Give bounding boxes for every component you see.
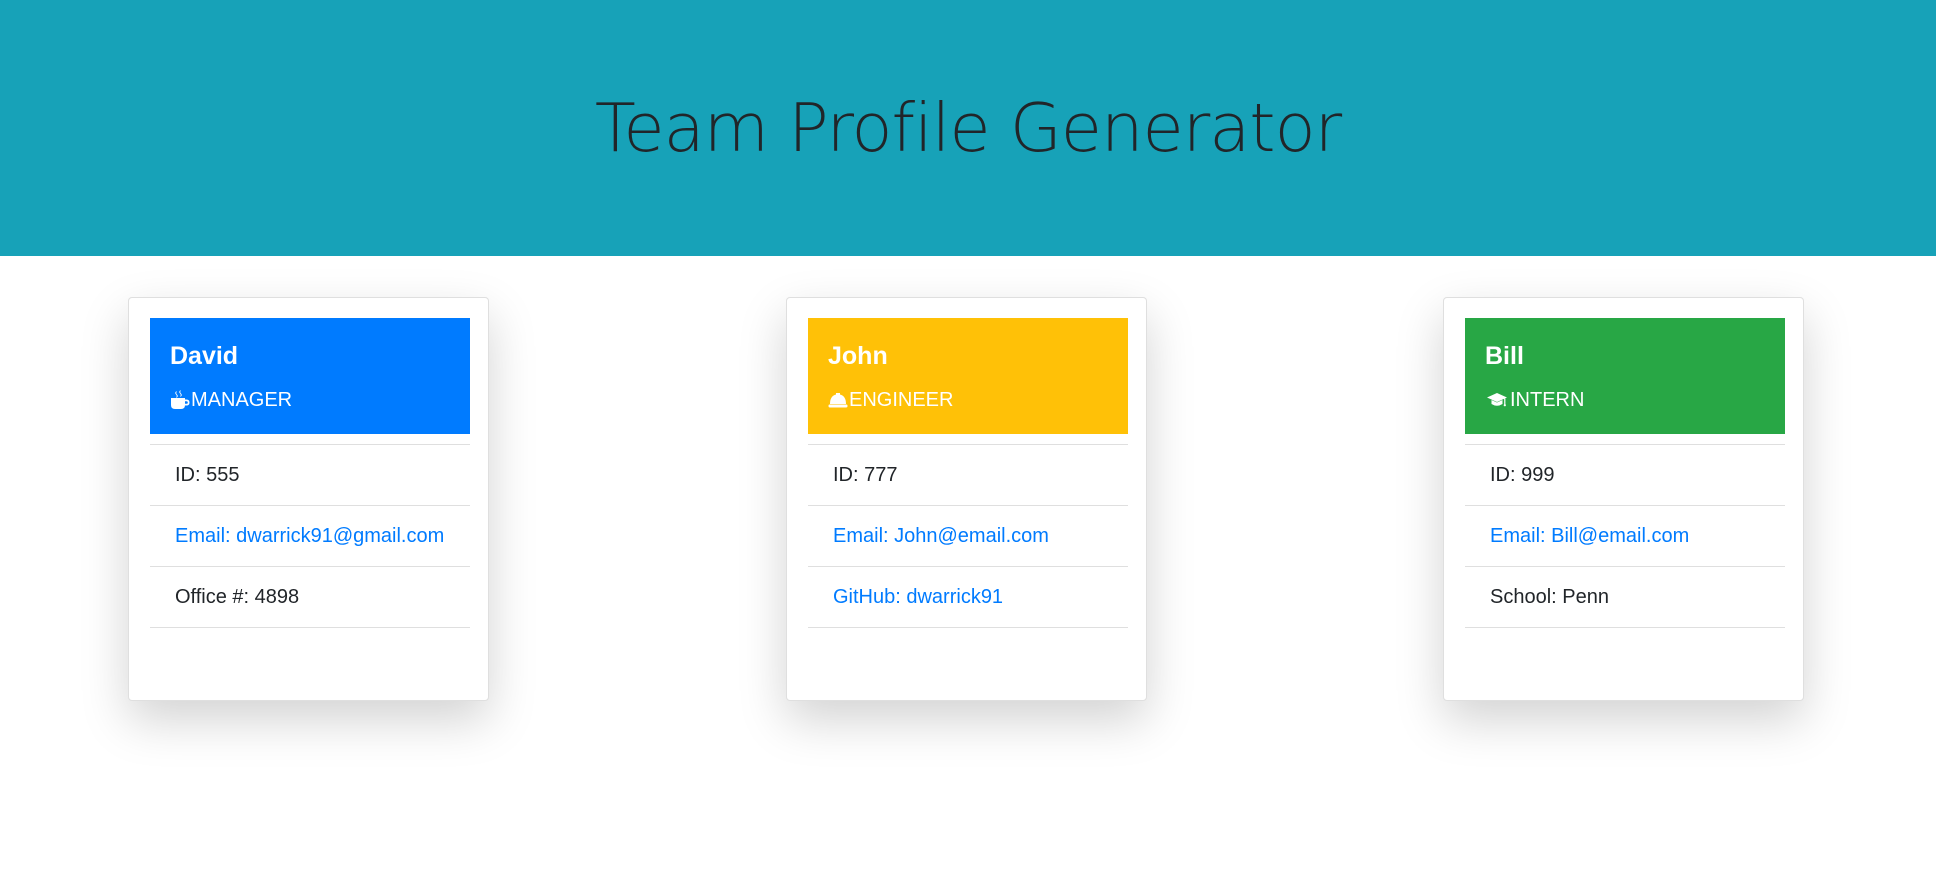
- engineer-card: John ENGINEER ID: 777 Email: John@email.…: [786, 297, 1147, 701]
- info-list: ID: 777 Email: John@email.com GitHub: dw…: [808, 444, 1128, 628]
- office-item: Office #: 4898: [150, 567, 470, 628]
- graduation-cap-icon: [1487, 393, 1507, 407]
- github-link[interactable]: GitHub: dwarrick91: [808, 567, 1128, 628]
- hard-hat-icon: [828, 393, 848, 408]
- email-link[interactable]: Email: Bill@email.com: [1465, 506, 1785, 567]
- mug-icon: [171, 390, 190, 409]
- info-list: ID: 555 Email: dwarrick91@gmail.com Offi…: [150, 444, 470, 628]
- employee-role: ENGINEER: [828, 388, 1108, 412]
- employee-name: Bill: [1485, 342, 1524, 370]
- intern-card: Bill INTERN ID: 999 Email: Bill@email.co…: [1443, 297, 1804, 701]
- card-header: Bill INTERN: [1465, 318, 1785, 434]
- card-header: John ENGINEER: [808, 318, 1128, 434]
- email-link[interactable]: Email: John@email.com: [808, 506, 1128, 567]
- role-label: MANAGER: [191, 389, 293, 411]
- employee-role: INTERN: [1485, 388, 1765, 412]
- info-list: ID: 999 Email: Bill@email.com School: Pe…: [1465, 444, 1785, 628]
- employee-name: John: [828, 342, 888, 370]
- school-item: School: Penn: [1465, 567, 1785, 628]
- employee-role: MANAGER: [170, 388, 450, 412]
- page-title: Team Profile Generator: [594, 88, 1342, 167]
- employee-name: David: [170, 342, 239, 370]
- email-link[interactable]: Email: dwarrick91@gmail.com: [150, 506, 470, 567]
- page-header: Team Profile Generator: [0, 0, 1936, 256]
- id-item: ID: 555: [150, 445, 470, 506]
- role-label: INTERN: [1510, 389, 1585, 411]
- manager-card: David MANAGER ID: 555 Email: dwarrick91@…: [128, 297, 489, 701]
- id-item: ID: 777: [808, 445, 1128, 506]
- id-item: ID: 999: [1465, 445, 1785, 506]
- role-label: ENGINEER: [849, 389, 954, 411]
- card-header: David MANAGER: [150, 318, 470, 434]
